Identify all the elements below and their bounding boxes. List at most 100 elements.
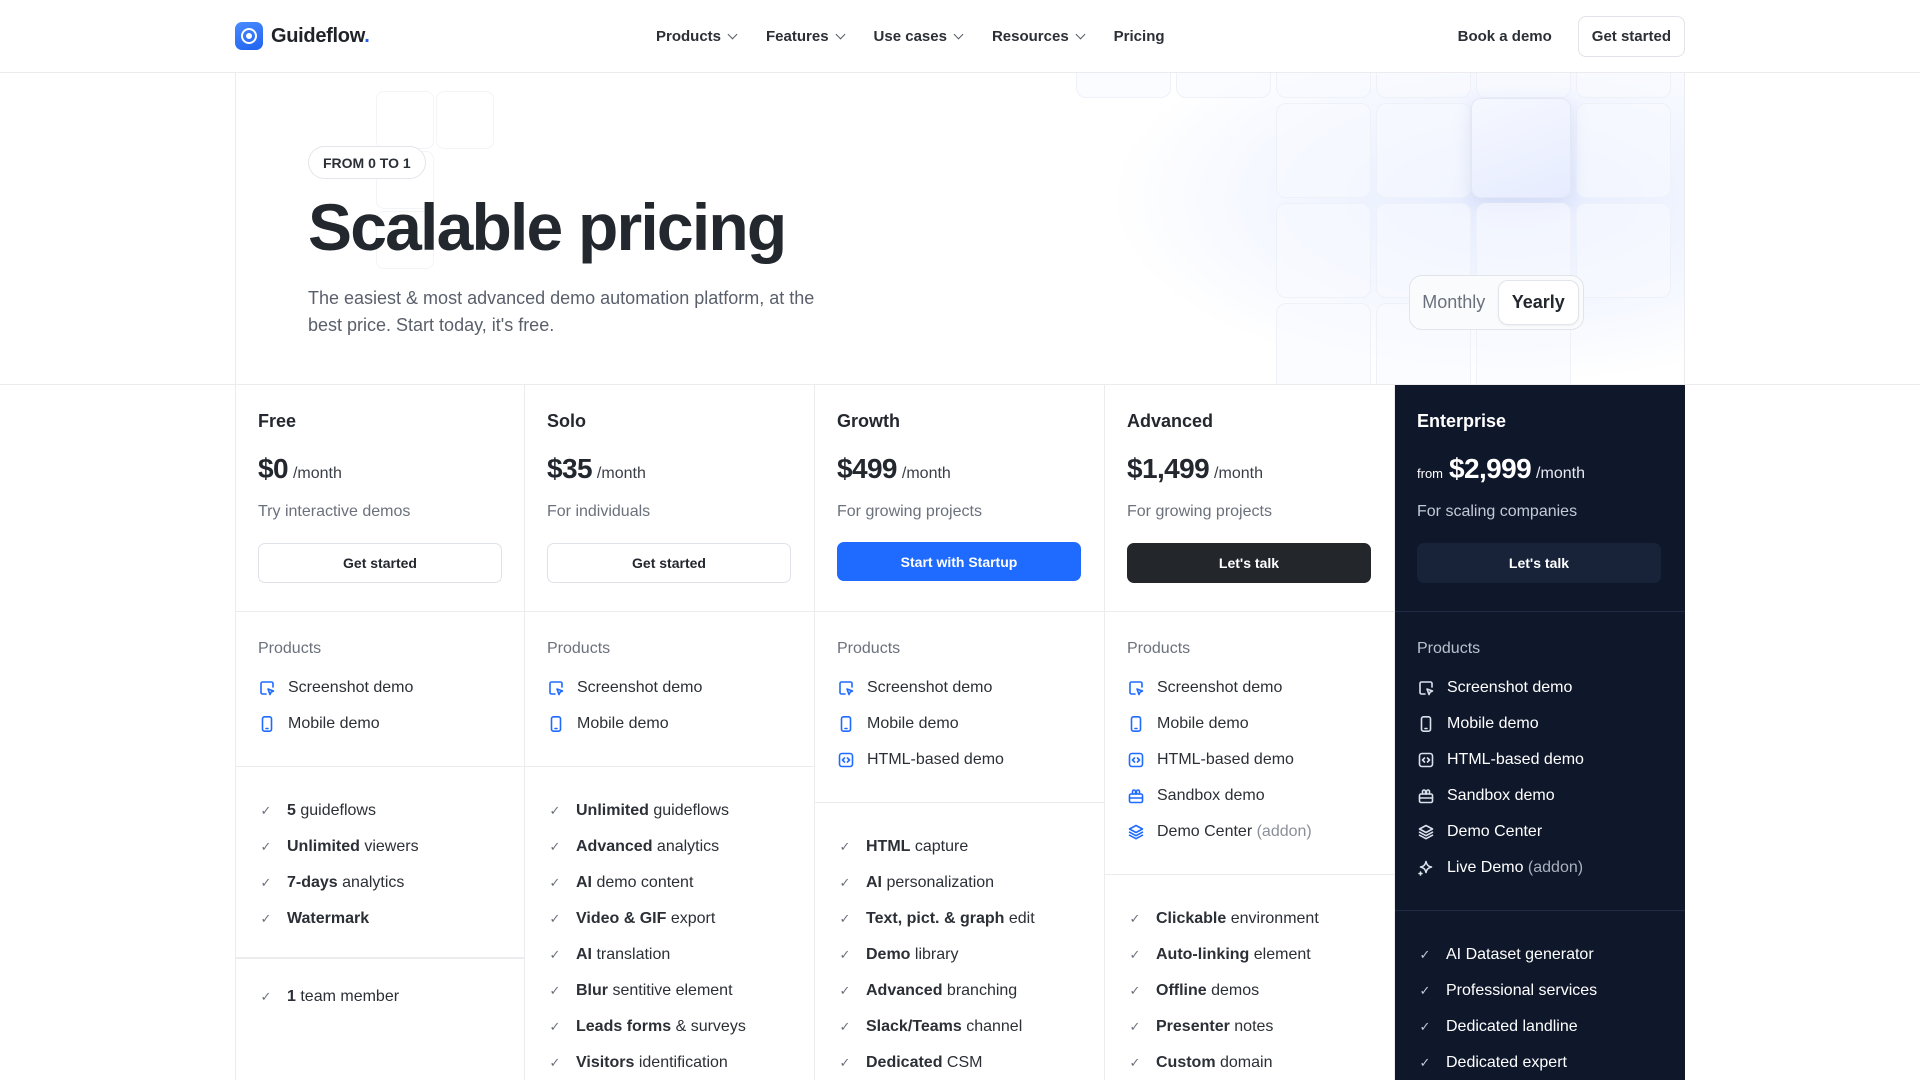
- feature-text: viewers: [359, 838, 419, 855]
- price-value: $499: [837, 453, 897, 484]
- plan-name: Enterprise: [1417, 411, 1507, 431]
- product-label: Mobile demo: [1447, 715, 1539, 732]
- plan-cta-button[interactable]: Start with Startup: [837, 542, 1081, 581]
- plan-features: ✓ HTML capture ✓ AI personalization ✓ Text, p…: [815, 803, 1104, 1080]
- nav-item-label: Products: [656, 28, 722, 45]
- feature-item: ✓ Advanced branching: [837, 973, 1082, 1009]
- feature-item: ✓ Video & GIF export: [547, 901, 792, 937]
- price-period: /month: [596, 465, 646, 482]
- get-started-button[interactable]: Get started: [1577, 16, 1685, 57]
- html-icon: [1417, 751, 1435, 769]
- products-title: Products: [258, 640, 322, 657]
- toggle-yearly[interactable]: Yearly: [1497, 280, 1579, 325]
- product-item: Sandbox demo: [1127, 778, 1372, 814]
- plan-description: For scaling companies: [1417, 503, 1578, 520]
- product-label: Mobile demo: [867, 715, 959, 732]
- feature-item: ✓ Offline demos: [1127, 973, 1372, 1009]
- plan-header: Advanced $1,499/month For growing projects…: [1105, 385, 1394, 612]
- check-icon: ✓: [549, 875, 561, 890]
- product-item: Mobile demo: [1417, 706, 1663, 742]
- price-period: /month: [1536, 465, 1585, 482]
- nav-item-resources[interactable]: Resources: [992, 28, 1086, 45]
- feature-highlight: Demo: [866, 946, 911, 963]
- feature-item: ✓ Watermark: [258, 901, 502, 937]
- check-icon: ✓: [549, 1055, 561, 1070]
- plan-products: Products Screenshot demo Mobile demo HTML-b…: [1105, 612, 1394, 875]
- team-item: ✓ 1 team member: [258, 979, 502, 1015]
- nav-item-use-cases[interactable]: Use cases: [874, 28, 964, 45]
- plan-card-enterprise: Enterprise from $2,999/month For scaling co…: [1395, 385, 1685, 1080]
- feature-highlight: Visitors: [576, 1054, 635, 1071]
- feature-text: guideflows: [648, 802, 729, 819]
- product-label: Mobile demo: [577, 715, 669, 732]
- feature-highlight: Clickable: [1156, 910, 1227, 927]
- logo-icon: [235, 22, 263, 50]
- plan-team: ✓ 1 team member: [236, 958, 524, 1035]
- feature-item: ✓ Unlimited viewers: [258, 829, 502, 865]
- price-period: /month: [1214, 465, 1263, 482]
- plan-cta-button[interactable]: Get started: [547, 543, 791, 583]
- plan-price: $1,499/month: [1127, 453, 1263, 485]
- check-icon: ✓: [839, 911, 851, 926]
- chevron-down-icon: [835, 29, 845, 40]
- nav-item-pricing[interactable]: Pricing: [1114, 28, 1165, 45]
- plan-description: For growing projects: [1127, 503, 1272, 520]
- plan-header: Enterprise from $2,999/month For scaling co…: [1395, 385, 1685, 612]
- toggle-monthly[interactable]: Monthly: [1414, 280, 1494, 325]
- nav-item-features[interactable]: Features: [766, 28, 845, 45]
- feature-highlight: AI: [576, 946, 592, 963]
- feature-text: AI Dataset generator: [1446, 946, 1594, 963]
- feature-item: ✓ Unlimited guideflows: [547, 793, 792, 829]
- hero-grid-decoration: [1076, 73, 1684, 385]
- check-icon: ✓: [260, 989, 272, 1004]
- plan-cta-button[interactable]: Get started: [258, 543, 502, 583]
- product-label: HTML-based demo: [1157, 751, 1294, 768]
- mobile-icon: [547, 715, 565, 733]
- feature-text: branching: [942, 982, 1018, 999]
- check-icon: ✓: [1129, 911, 1141, 926]
- plan-features: ✓ AI Dataset generator ✓ Professional servi…: [1395, 911, 1685, 1080]
- check-icon: ✓: [1129, 1055, 1141, 1070]
- feature-item: ✓ HTML capture: [837, 829, 1082, 865]
- plan-products: Products Screenshot demo Mobile demo: [236, 612, 524, 767]
- feature-item: ✓ Presenter notes: [1127, 1009, 1372, 1045]
- plan-features: ✓ Unlimited guideflows ✓ Advanced analytics…: [525, 767, 814, 1080]
- product-label: Demo Center: [1447, 823, 1543, 840]
- feature-highlight: Slack/Teams: [866, 1018, 962, 1035]
- product-item: Screenshot demo: [258, 670, 502, 706]
- hero-badge: FROM 0 TO 1: [308, 146, 426, 179]
- nav-item-products[interactable]: Products: [656, 28, 738, 45]
- feature-text: team member: [295, 988, 400, 1005]
- feature-highlight: Advanced: [866, 982, 943, 999]
- plan-name: Free: [258, 411, 297, 431]
- plan-header: Growth $499/month For growing projects Star…: [815, 385, 1104, 612]
- logo[interactable]: Guideflow.: [235, 22, 370, 50]
- feature-text: domain: [1215, 1054, 1273, 1071]
- price-value: $2,999: [1449, 453, 1532, 484]
- plan-cta-button[interactable]: Let's talk: [1417, 543, 1661, 583]
- check-icon: ✓: [839, 947, 851, 962]
- check-icon: ✓: [839, 983, 851, 998]
- product-label: Screenshot demo: [867, 679, 993, 696]
- product-item: HTML-based demo: [1417, 742, 1663, 778]
- feature-text: Professional services: [1446, 982, 1598, 999]
- feature-highlight: Unlimited: [287, 838, 360, 855]
- feature-text: capture: [910, 838, 969, 855]
- plan-header: Free $0/month Try interactive demos Get sta…: [236, 385, 524, 612]
- plan-price: $35/month: [547, 453, 646, 485]
- feature-highlight: 1: [287, 988, 296, 1005]
- plan-features: ✓ 5 guideflows ✓ Unlimited viewers ✓ 7-days a…: [236, 767, 524, 958]
- feature-highlight: 5: [287, 802, 296, 819]
- feature-item: ✓ Advanced analytics: [547, 829, 792, 865]
- nav-item-label: Pricing: [1113, 28, 1165, 45]
- feature-text: translation: [592, 946, 671, 963]
- check-icon: ✓: [1129, 1019, 1141, 1034]
- plan-card-advanced: Advanced $1,499/month For growing projects…: [1105, 385, 1395, 1080]
- mobile-icon: [258, 715, 276, 733]
- addon-label: (addon): [1523, 859, 1584, 876]
- plan-cta-button[interactable]: Let's talk: [1127, 543, 1371, 583]
- check-icon: ✓: [549, 803, 561, 818]
- book-demo-link[interactable]: Book a demo: [1458, 28, 1552, 45]
- plan-description: For growing projects: [837, 503, 982, 520]
- feature-item: ✓ Demo library: [837, 937, 1082, 973]
